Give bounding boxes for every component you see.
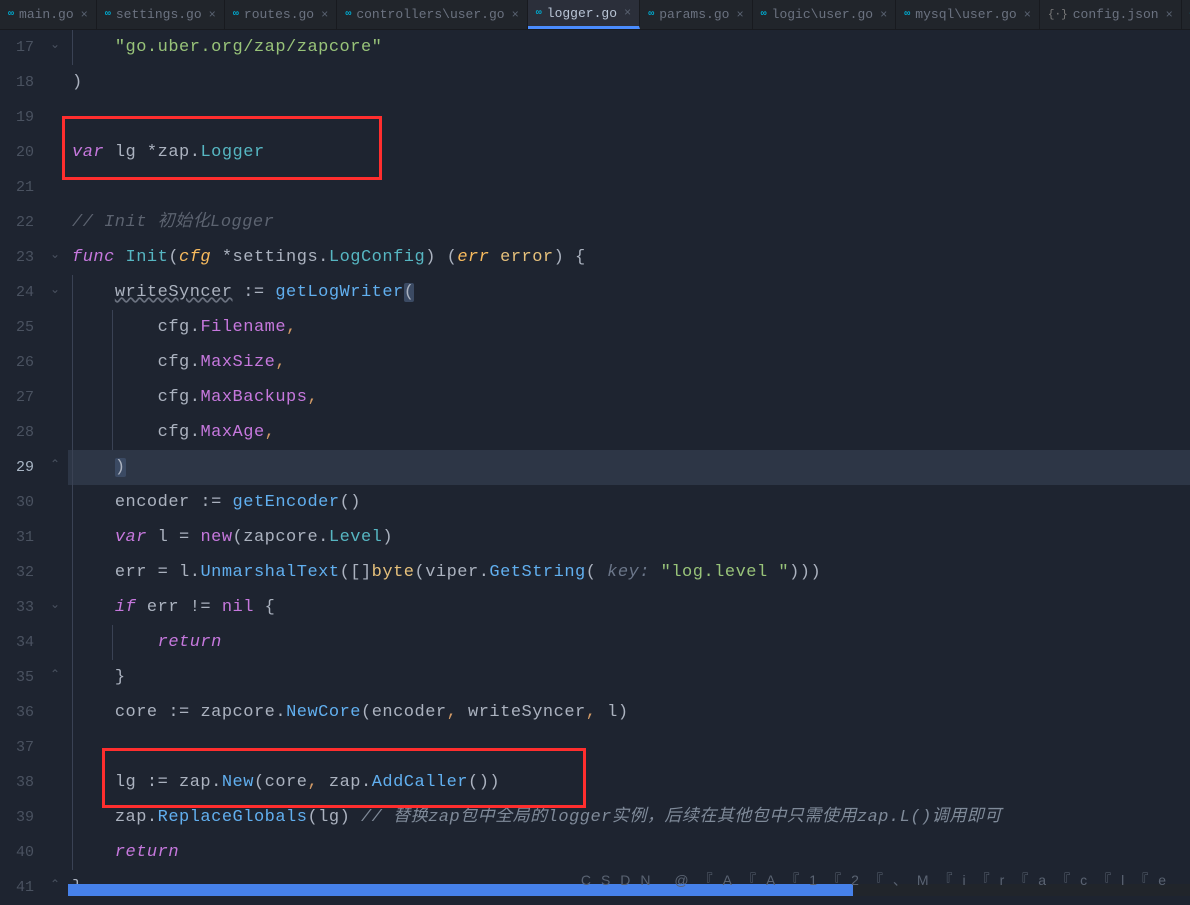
close-icon[interactable]: × [512, 8, 519, 22]
tab-label: mysql\user.go [915, 7, 1016, 22]
line-number: 27 [0, 380, 34, 415]
tab-settings-go[interactable]: ∞ settings.go × [97, 0, 225, 29]
line-number: 24 [0, 275, 34, 310]
line-number: 28 [0, 415, 34, 450]
go-icon: ∞ [761, 9, 767, 20]
line-number: 22 [0, 205, 34, 240]
tab-label: controllers\user.go [356, 7, 504, 22]
tab-mysql-user-go[interactable]: ∞ mysql\user.go × [896, 0, 1040, 29]
line-number: 32 [0, 555, 34, 590]
watermark: CSDN @『A『A『1『2『、M『i『r『a『c『l『e [581, 870, 1176, 890]
tab-label: logger.go [547, 6, 617, 21]
tab-logger-go[interactable]: ∞ logger.go × [528, 0, 640, 29]
line-number: 35 [0, 660, 34, 695]
fold-marker[interactable]: ⌄ [50, 247, 60, 262]
line-number: 37 [0, 730, 34, 765]
tab-config-json[interactable]: {·} config.json × [1040, 0, 1182, 29]
line-number: 31 [0, 520, 34, 555]
line-number: 19 [0, 100, 34, 135]
close-icon[interactable]: × [1166, 8, 1173, 22]
line-number: 30 [0, 485, 34, 520]
close-icon[interactable]: × [880, 8, 887, 22]
tab-overflow[interactable]: ∞ sno [1182, 0, 1190, 29]
tab-routes-go[interactable]: ∞ routes.go × [225, 0, 337, 29]
tab-label: main.go [19, 7, 74, 22]
tab-logic-user-go[interactable]: ∞ logic\user.go × [753, 0, 897, 29]
line-number: 18 [0, 65, 34, 100]
close-icon[interactable]: × [736, 8, 743, 22]
fold-marker[interactable]: ⌃ [50, 457, 60, 472]
fold-marker[interactable]: ⌄ [50, 597, 60, 612]
close-icon[interactable]: × [1024, 8, 1031, 22]
fold-marker[interactable]: ⌄ [50, 37, 60, 52]
editor-pane: 1718192021222324252627282930313233343536… [0, 30, 1190, 896]
line-number: 39 [0, 800, 34, 835]
line-number: 20 [0, 135, 34, 170]
line-number: 26 [0, 345, 34, 380]
tab-controllers-user-go[interactable]: ∞ controllers\user.go × [337, 0, 527, 29]
line-number: 23 [0, 240, 34, 275]
tab-label: logic\user.go [772, 7, 873, 22]
code-area[interactable]: "go.uber.org/zap/zapcore" ) var lg *zap.… [68, 30, 1190, 896]
line-number: 33 [0, 590, 34, 625]
close-icon[interactable]: × [81, 8, 88, 22]
tab-label: settings.go [116, 7, 202, 22]
tab-params-go[interactable]: ∞ params.go × [640, 0, 752, 29]
line-number: 38 [0, 765, 34, 800]
tab-main-go[interactable]: ∞ main.go × [0, 0, 97, 29]
go-icon: ∞ [345, 9, 351, 20]
tab-label: params.go [659, 7, 729, 22]
fold-marker[interactable]: ⌃ [50, 667, 60, 682]
line-number: 41 [0, 870, 34, 905]
line-number: 40 [0, 835, 34, 870]
tab-bar: ∞ main.go × ∞ settings.go × ∞ routes.go … [0, 0, 1190, 30]
line-gutter: 1718192021222324252627282930313233343536… [0, 30, 48, 896]
tab-label: routes.go [244, 7, 314, 22]
line-number: 21 [0, 170, 34, 205]
line-number: 25 [0, 310, 34, 345]
fold-marker[interactable]: ⌃ [50, 877, 60, 892]
close-icon[interactable]: × [624, 6, 631, 20]
go-icon: ∞ [8, 9, 14, 20]
go-icon: ∞ [904, 9, 910, 20]
line-number: 17 [0, 30, 34, 65]
line-number: 29 [0, 450, 34, 485]
go-icon: ∞ [536, 8, 542, 19]
close-icon[interactable]: × [209, 8, 216, 22]
go-icon: ∞ [233, 9, 239, 20]
go-icon: ∞ [105, 9, 111, 20]
fold-marker[interactable]: ⌄ [50, 282, 60, 297]
json-icon: {·} [1048, 9, 1068, 21]
line-number: 34 [0, 625, 34, 660]
fold-column: ⌄ ⌄ ⌄ ⌃ ⌄ ⌃ ⌃ [48, 30, 68, 896]
tab-label: config.json [1073, 7, 1159, 22]
go-icon: ∞ [648, 9, 654, 20]
close-icon[interactable]: × [321, 8, 328, 22]
line-number: 36 [0, 695, 34, 730]
